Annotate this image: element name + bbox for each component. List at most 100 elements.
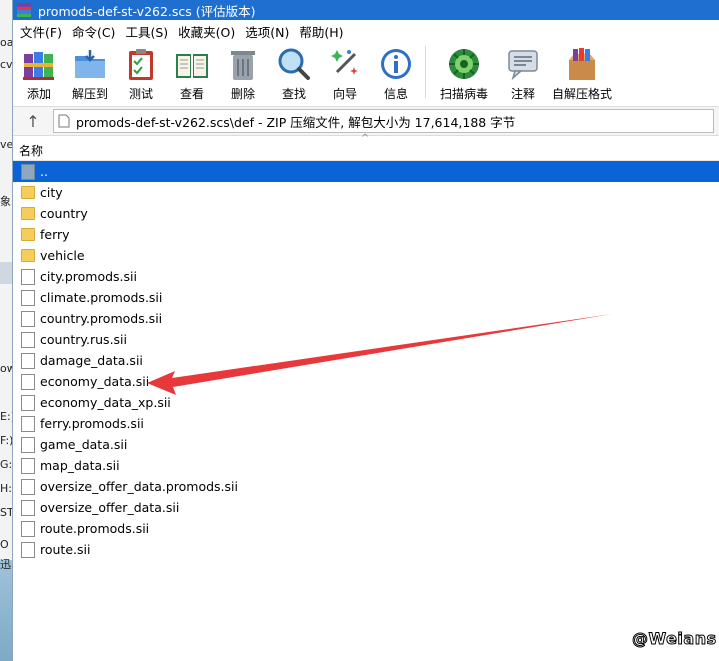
path-field[interactable]: promods-def-st-v262.scs\def - ZIP 压缩文件, … <box>53 109 714 133</box>
title-bar[interactable]: promods-def-st-v262.scs (评估版本) <box>13 0 719 20</box>
item-name: route.sii <box>40 542 91 557</box>
folder-row[interactable]: city <box>13 182 719 203</box>
folder-icon <box>21 228 35 241</box>
sort-ascending-icon: ^ <box>361 133 370 144</box>
wizard-button[interactable]: 向导 <box>323 46 367 102</box>
view-button[interactable]: 查看 <box>170 46 214 102</box>
file-icon <box>21 436 35 453</box>
path-text: promods-def-st-v262.scs\def - ZIP 压缩文件, … <box>76 114 516 130</box>
file-row[interactable]: oversize_offer_data.promods.sii <box>13 476 719 497</box>
file-icon <box>21 541 35 558</box>
open-book-icon <box>176 54 208 78</box>
folder-row[interactable]: vehicle <box>13 245 719 266</box>
item-name: route.promods.sii <box>40 521 150 536</box>
comment-icon <box>508 50 538 81</box>
extract-to-button[interactable]: 解压到 <box>68 46 112 102</box>
arrow-up-icon: ↑ <box>26 111 40 131</box>
file-row[interactable]: economy_data_xp.sii <box>13 392 719 413</box>
file-icon <box>21 394 35 411</box>
item-name: damage_data.sii <box>40 353 143 368</box>
file-icon <box>21 478 35 495</box>
menu-commands[interactable]: 命令(C) <box>69 22 122 41</box>
item-name: .. <box>40 164 48 179</box>
bg-fragment: cv <box>0 58 13 71</box>
trash-icon <box>231 51 255 80</box>
test-button[interactable]: 测试 <box>119 46 163 102</box>
list-header: ^ 名称 <box>13 133 719 161</box>
menu-help[interactable]: 帮助(H) <box>296 22 350 41</box>
address-bar: ↑ promods-def-st-v262.scs\def - ZIP 压缩文件… <box>13 106 719 136</box>
menu-bar: 文件(F) 命令(C) 工具(S) 收藏夹(O) 选项(N) 帮助(H) <box>13 20 719 42</box>
books-icon <box>23 52 54 80</box>
item-name: country.rus.sii <box>40 332 127 347</box>
file-row[interactable]: economy_data.sii <box>13 371 719 392</box>
file-row[interactable]: route.promods.sii <box>13 518 719 539</box>
add-button[interactable]: 添加 <box>17 46 61 102</box>
info-button[interactable]: 信息 <box>374 46 418 102</box>
item-name: economy_data.sii <box>40 374 150 389</box>
bg-fragment: 象 <box>0 195 11 208</box>
file-row[interactable]: city.promods.sii <box>13 266 719 287</box>
parent-folder-icon <box>21 163 35 180</box>
folder-row[interactable]: ferry <box>13 224 719 245</box>
folder-icon <box>21 207 35 220</box>
file-icon <box>21 457 35 474</box>
item-name: climate.promods.sii <box>40 290 163 305</box>
up-folder-button[interactable]: ↑ <box>13 112 53 131</box>
file-icon <box>21 415 35 432</box>
item-name: ferry.promods.sii <box>40 416 144 431</box>
toolbar: 添加 解压到 测试 查看 删除 查找 向导 信息 扫描病毒 注释 自解压格式 <box>13 42 719 106</box>
magic-wand-icon <box>331 50 358 75</box>
magnifier-icon <box>278 48 310 80</box>
comment-button[interactable]: 注释 <box>501 46 545 102</box>
item-name: map_data.sii <box>40 458 120 473</box>
folder-extract-icon <box>75 50 105 78</box>
menu-tools[interactable]: 工具(S) <box>122 22 175 41</box>
virus-scan-icon <box>449 49 479 79</box>
file-row[interactable]: damage_data.sii <box>13 350 719 371</box>
item-name: ferry <box>40 227 70 242</box>
file-icon <box>21 520 35 537</box>
folder-icon <box>21 249 35 262</box>
winrar-app-icon <box>17 3 31 17</box>
file-row[interactable]: ferry.promods.sii <box>13 413 719 434</box>
file-icon <box>21 289 35 306</box>
document-icon <box>58 114 70 128</box>
clipboard-check-icon <box>129 49 153 80</box>
item-name: country <box>40 206 88 221</box>
file-row[interactable]: country.promods.sii <box>13 308 719 329</box>
file-row[interactable]: oversize_offer_data.sii <box>13 497 719 518</box>
file-row[interactable]: map_data.sii <box>13 455 719 476</box>
item-name: game_data.sii <box>40 437 128 452</box>
file-row[interactable]: country.rus.sii <box>13 329 719 350</box>
file-icon <box>21 499 35 516</box>
file-icon <box>21 310 35 327</box>
item-name: city.promods.sii <box>40 269 137 284</box>
file-row[interactable]: game_data.sii <box>13 434 719 455</box>
item-name: city <box>40 185 63 200</box>
sfx-button[interactable]: 自解压格式 <box>552 46 612 102</box>
item-name: oversize_offer_data.promods.sii <box>40 479 238 494</box>
item-name: vehicle <box>40 248 85 263</box>
winrar-window: promods-def-st-v262.scs (评估版本) 文件(F) 命令(… <box>12 0 719 661</box>
column-header-name[interactable]: 名称 <box>19 142 43 159</box>
find-button[interactable]: 查找 <box>272 46 316 102</box>
menu-options[interactable]: 选项(N) <box>242 22 296 41</box>
parent-folder-row[interactable]: .. <box>13 161 719 182</box>
file-row[interactable]: route.sii <box>13 539 719 560</box>
menu-favorites[interactable]: 收藏夹(O) <box>175 22 242 41</box>
delete-button[interactable]: 删除 <box>221 46 265 102</box>
file-row[interactable]: climate.promods.sii <box>13 287 719 308</box>
menu-file[interactable]: 文件(F) <box>17 22 69 41</box>
sfx-box-icon <box>569 48 595 80</box>
scan-virus-button[interactable]: 扫描病毒 <box>434 46 494 102</box>
item-name: oversize_offer_data.sii <box>40 500 180 515</box>
window-title: promods-def-st-v262.scs (评估版本) <box>38 3 256 19</box>
bg-fragment: 迅 <box>0 558 11 571</box>
bg-fragment: O <box>0 538 9 551</box>
file-icon <box>21 352 35 369</box>
file-icon <box>21 331 35 348</box>
file-icon <box>21 268 35 285</box>
folder-row[interactable]: country <box>13 203 719 224</box>
file-icon <box>21 373 35 390</box>
